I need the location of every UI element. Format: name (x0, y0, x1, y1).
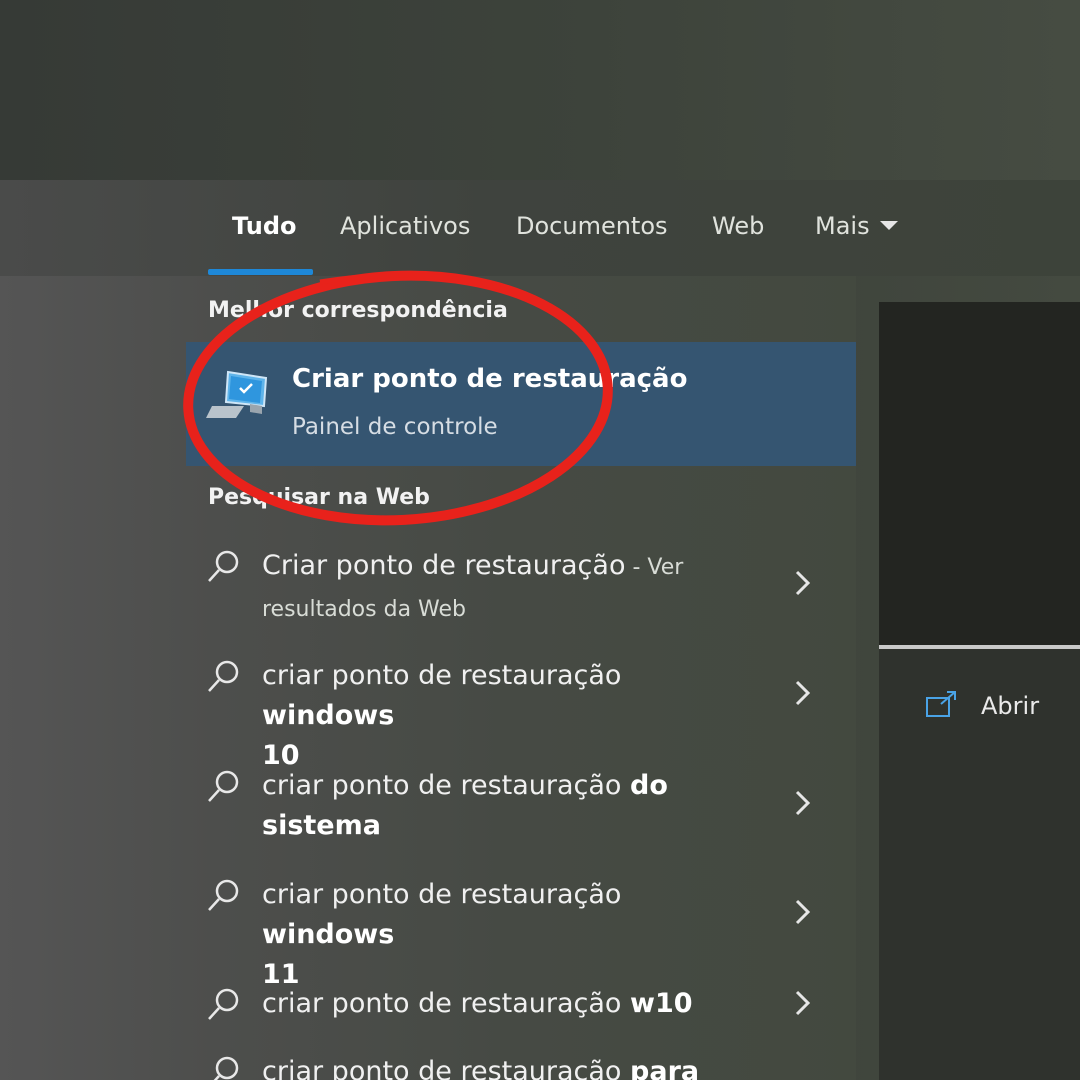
web-result-query: criar ponto de restauração (262, 660, 622, 691)
active-tab-indicator (208, 269, 313, 275)
web-result-query: criar ponto de restauração (262, 770, 631, 801)
best-match-result[interactable]: Criar ponto de restauração Painel de con… (186, 342, 856, 466)
web-result-query: Criar ponto de restauração (262, 550, 626, 581)
best-match-subtitle: Painel de controle (292, 414, 498, 440)
web-result-query: criar ponto de restauração (262, 1056, 631, 1080)
web-result-text: Criar ponto de restauração - Ver resulta… (262, 546, 762, 630)
open-external-icon (926, 691, 956, 717)
system-computer-icon (206, 370, 268, 418)
tab-all[interactable]: Tudo (232, 212, 297, 240)
preview-actions-pane (879, 649, 1080, 1080)
search-icon (208, 770, 239, 802)
tab-web[interactable]: Web (712, 212, 764, 240)
web-search-heading: Pesquisar na Web (208, 485, 430, 510)
web-result-bold: do (630, 770, 668, 801)
tab-more-label: Mais (815, 212, 870, 240)
web-result-suffix: - Ver (625, 555, 684, 580)
web-result-item[interactable]: Criar ponto de restauração - Ver resulta… (206, 546, 826, 630)
search-icon (213, 1056, 239, 1080)
web-result-bold: w10 (630, 988, 693, 1019)
web-result-text: criar ponto de restauração windows 11 (262, 875, 762, 995)
best-match-heading: Melhor correspondência (208, 298, 508, 323)
chevron-right-icon (795, 570, 811, 596)
search-icon (208, 879, 239, 911)
web-result-line2: sistema (262, 810, 381, 841)
chevron-right-icon (795, 899, 811, 925)
tab-apps[interactable]: Aplicativos (340, 212, 470, 240)
caret-down-icon (879, 220, 898, 230)
web-result-item[interactable]: criar ponto de restauração do sistema (206, 766, 826, 850)
search-icon (208, 550, 239, 582)
tab-more[interactable]: Mais (815, 212, 898, 240)
web-result-text: criar ponto de restauração para data (262, 1052, 762, 1080)
web-result-text: criar ponto de restauração windows 10 (262, 656, 762, 776)
chevron-right-icon (795, 990, 811, 1016)
web-result-query: criar ponto de restauração (262, 879, 622, 910)
web-result-item[interactable]: criar ponto de restauração w10 (206, 984, 826, 1028)
background-top (0, 0, 1080, 180)
web-result-item[interactable]: criar ponto de restauração para data (206, 1052, 826, 1080)
web-result-line2: resultados da Web (262, 597, 467, 622)
web-result-text: criar ponto de restauração do sistema (262, 766, 762, 846)
open-action-label: Abrir (981, 692, 1040, 720)
chevron-right-icon (795, 790, 811, 816)
web-result-text: criar ponto de restauração w10 (262, 984, 762, 1024)
web-result-query: criar ponto de restauração (262, 988, 631, 1019)
web-result-bold: windows (262, 700, 395, 731)
search-icon (208, 988, 239, 1020)
search-icon (208, 660, 239, 692)
chevron-right-icon (795, 680, 811, 706)
web-result-item[interactable]: criar ponto de restauração windows 11 (206, 875, 826, 990)
web-result-bold: windows (262, 919, 395, 950)
tab-documents[interactable]: Documentos (516, 212, 668, 240)
preview-pane (879, 302, 1080, 645)
best-match-title: Criar ponto de restauração (292, 364, 688, 394)
web-result-item[interactable]: criar ponto de restauração windows 10 (206, 656, 826, 771)
